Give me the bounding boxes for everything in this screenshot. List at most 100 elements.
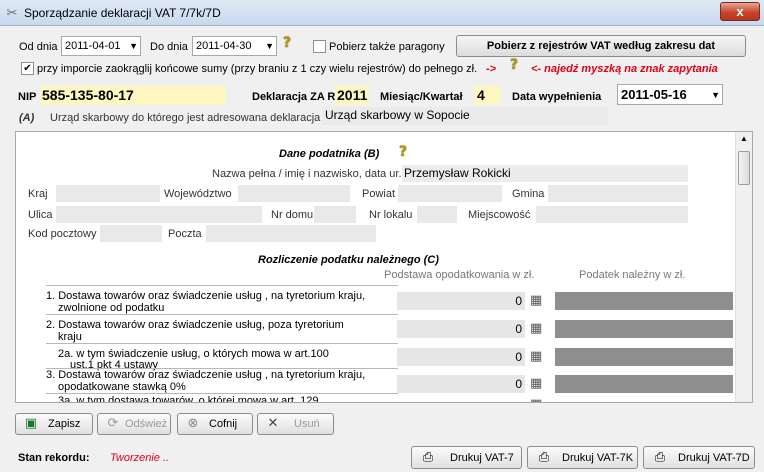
post-office-field[interactable] (206, 225, 376, 242)
calculator-icon[interactable]: ▦ (530, 292, 547, 309)
row-2a-base-field[interactable]: 0 (397, 348, 525, 366)
row-1-line2: zwolnione od podatku (58, 302, 165, 314)
calculator-icon[interactable]: ▦ (530, 348, 547, 365)
country-label: Kraj (28, 188, 48, 200)
to-date-picker[interactable]: 2011-04-30 ▼ (192, 36, 277, 56)
house-field[interactable] (314, 206, 356, 223)
refresh-icon: ⟳ (107, 416, 119, 431)
print-vat7d-button[interactable]: ⎙ Drukuj VAT-7D (643, 446, 755, 469)
undo-label: Cofnij (209, 418, 238, 430)
post-office-label: Poczta (168, 228, 202, 240)
help-question-icon-taxpayer[interactable]: ? (399, 144, 407, 160)
from-date-picker[interactable]: 2011-04-01 ▼ (61, 36, 141, 56)
calculator-icon[interactable]: ▦ (530, 396, 547, 402)
voivodeship-field[interactable] (238, 185, 350, 202)
name-field[interactable]: Przemysław Rokicki (402, 165, 688, 182)
city-field[interactable] (536, 206, 688, 223)
voivodeship-label: Województwo (164, 188, 232, 200)
year-field[interactable]: 2011 (335, 86, 369, 105)
receipts-label: Pobierz także paragony (329, 41, 445, 53)
name-value: Przemysław Rokicki (404, 166, 511, 180)
tax-office-value: Urząd skarbowy w Sopocie (325, 108, 470, 122)
fetch-from-registers-button[interactable]: Pobierz z rejestrów VAT według zakresu d… (456, 35, 746, 57)
from-date-value: 2011-04-01 (65, 40, 121, 52)
record-state-value: Tworzenie .. (110, 452, 170, 464)
row-2-line2: kraju (58, 331, 82, 343)
printer-icon: ⎙ (422, 450, 434, 465)
help-question-icon[interactable]: ? (283, 35, 291, 51)
row-3-base-field[interactable]: 0 (397, 375, 525, 393)
tax-office-field[interactable]: Urząd skarbowy w Sopocie (322, 107, 608, 125)
save-disk-icon: ▣ (24, 416, 38, 431)
commune-label: Gmina (512, 188, 545, 200)
row-divider (46, 343, 398, 344)
undo-icon: ⊗ (187, 416, 199, 431)
fill-date-value: 2011-05-16 (621, 87, 687, 102)
row-divider (46, 314, 398, 315)
name-label: Nazwa pełna / imię i nazwisko, data ur. (212, 168, 402, 180)
close-button[interactable]: x (720, 2, 760, 21)
row-3-tax-field (555, 375, 733, 393)
scrollbar-thumb[interactable] (738, 151, 750, 185)
calculator-icon[interactable]: ▦ (530, 375, 547, 392)
undo-button[interactable]: ⊗ Cofnij (177, 413, 253, 435)
settlement-section-title: Rozliczenie podatku należnego (C) (258, 254, 439, 266)
row-divider (46, 393, 398, 394)
row-2-line1: 2. Dostawa towarów oraz świadczenie usłu… (46, 319, 344, 331)
row-3a-line1: 3a. w tym dostawa towarów, o której mowa… (58, 395, 319, 403)
county-label: Powiat (362, 188, 396, 200)
fill-date-label: Data wypełnienia (512, 91, 602, 103)
scroll-up-icon[interactable]: ▲ (740, 134, 748, 143)
round-sums-label: przy imporcie zaokrąglij końcowe sumy (p… (37, 63, 478, 75)
from-date-label: Od dnia (19, 41, 58, 53)
row-1-tax-field (555, 292, 733, 310)
flat-label: Nr lokalu (369, 209, 413, 221)
print-vat7k-button[interactable]: ⎙ Drukuj VAT-7K (527, 446, 638, 469)
nip-field[interactable]: 585-135-80-17 (40, 86, 226, 105)
commune-field[interactable] (548, 185, 688, 202)
help-question-icon-hint[interactable]: ? (510, 57, 518, 73)
nip-label: NIP (18, 91, 37, 103)
period-value: 4 (477, 87, 485, 103)
postcode-field[interactable] (100, 225, 162, 242)
country-field[interactable] (56, 185, 160, 202)
save-button[interactable]: ▣ Zapisz (15, 413, 93, 435)
year-value: 2011 (337, 87, 368, 103)
office-label: Urząd skarbowy do którego jest adresowan… (50, 112, 321, 124)
calculator-icon[interactable]: ▦ (530, 320, 547, 337)
row-2-base-field[interactable]: 0 (397, 320, 525, 338)
refresh-label: Odśwież (125, 418, 168, 430)
print-vat7-button[interactable]: ⎙ Drukuj VAT-7 (411, 446, 522, 469)
fill-date-picker[interactable]: 2011-05-16 ▼ (617, 84, 723, 105)
round-sums-checkbox[interactable]: ✔ (21, 62, 34, 75)
print-vat7d-label: Drukuj VAT-7D (678, 452, 750, 464)
app-icon: ✂ (6, 5, 18, 20)
refresh-button[interactable]: ⟳ Odśwież (97, 413, 171, 435)
county-field[interactable] (398, 185, 502, 202)
delete-icon: ✕ (267, 416, 279, 431)
receipts-checkbox[interactable] (313, 40, 326, 53)
city-label: Miejscowość (468, 209, 531, 221)
hint-arrow: -> (486, 63, 497, 75)
declaration-form-panel[interactable]: Dane podatnika (B) ? Nazwa pełna / imię … (15, 131, 753, 403)
row-divider (46, 285, 398, 286)
save-label: Zapisz (48, 418, 81, 430)
row-1-base-field[interactable]: 0 (397, 292, 525, 310)
delete-button[interactable]: ✕ Usuń (257, 413, 334, 435)
column-tax-header: Podatek należny w zł. (579, 269, 686, 281)
postcode-label: Kod pocztowy (28, 228, 97, 240)
house-label: Nr domu (271, 209, 314, 221)
nip-value: 585-135-80-17 (42, 87, 134, 103)
flat-field[interactable] (417, 206, 457, 223)
window-title: Sporządzanie deklaracji VAT 7/7k/7D (24, 6, 221, 20)
row-1-line1: 1. Dostawa towarów oraz świadczenie usłu… (46, 290, 366, 302)
period-field[interactable]: 4 (474, 86, 500, 105)
print-vat7k-label: Drukuj VAT-7K (562, 452, 634, 464)
vertical-scrollbar[interactable]: ▲ (735, 132, 752, 402)
period-label: Miesiąc/Kwartał (380, 91, 463, 103)
row-2a-tax-field (555, 348, 733, 366)
taxpayer-section-title: Dane podatnika (B) (279, 148, 380, 160)
to-date-label: Do dnia (150, 41, 188, 53)
street-field[interactable] (56, 206, 262, 223)
row-3-line2: opodatkowane stawką 0% (58, 381, 186, 393)
